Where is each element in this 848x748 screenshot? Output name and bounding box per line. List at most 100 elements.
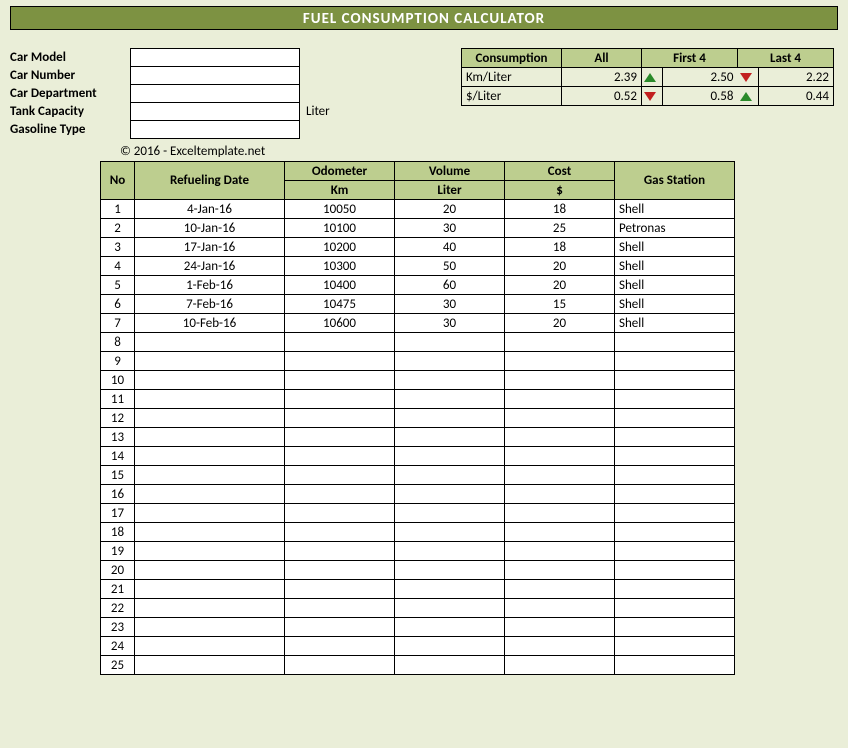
cell-cost[interactable]: 15: [505, 295, 615, 314]
cell-odometer[interactable]: [285, 504, 395, 523]
cell-station[interactable]: [615, 466, 735, 485]
cell-odometer[interactable]: [285, 466, 395, 485]
cell-date[interactable]: [135, 409, 285, 428]
cell-no[interactable]: 10: [101, 371, 135, 390]
cell-station[interactable]: [615, 352, 735, 371]
cell-date[interactable]: 10-Feb-16: [135, 314, 285, 333]
cell-cost[interactable]: [505, 542, 615, 561]
cell-cost[interactable]: [505, 466, 615, 485]
cell-odometer[interactable]: 10100: [285, 219, 395, 238]
cell-date[interactable]: [135, 428, 285, 447]
cell-cost[interactable]: [505, 561, 615, 580]
cell-no[interactable]: 20: [101, 561, 135, 580]
cell-volume[interactable]: 30: [395, 219, 505, 238]
cell-cost[interactable]: 18: [505, 238, 615, 257]
cell-station[interactable]: [615, 599, 735, 618]
cell-no[interactable]: 2: [101, 219, 135, 238]
cell-no[interactable]: 4: [101, 257, 135, 276]
cell-cost[interactable]: [505, 637, 615, 656]
cell-volume[interactable]: [395, 371, 505, 390]
cell-date[interactable]: [135, 466, 285, 485]
cell-volume[interactable]: [395, 637, 505, 656]
cell-odometer[interactable]: [285, 371, 395, 390]
input-car-number[interactable]: [130, 66, 300, 85]
cell-volume[interactable]: [395, 656, 505, 675]
cell-volume[interactable]: 50: [395, 257, 505, 276]
cell-volume[interactable]: 30: [395, 314, 505, 333]
cell-volume[interactable]: [395, 333, 505, 352]
cell-odometer[interactable]: [285, 447, 395, 466]
cell-no[interactable]: 5: [101, 276, 135, 295]
cell-cost[interactable]: [505, 504, 615, 523]
cell-volume[interactable]: 20: [395, 200, 505, 219]
cell-station[interactable]: [615, 371, 735, 390]
cell-station[interactable]: [615, 485, 735, 504]
cell-date[interactable]: [135, 523, 285, 542]
cell-volume[interactable]: [395, 599, 505, 618]
cell-volume[interactable]: [395, 542, 505, 561]
cell-station[interactable]: [615, 580, 735, 599]
input-car-model[interactable]: [130, 48, 300, 67]
cell-no[interactable]: 25: [101, 656, 135, 675]
cell-cost[interactable]: [505, 599, 615, 618]
cell-odometer[interactable]: 10200: [285, 238, 395, 257]
cell-no[interactable]: 17: [101, 504, 135, 523]
input-car-department[interactable]: [130, 84, 300, 103]
cell-station[interactable]: Shell: [615, 314, 735, 333]
cell-volume[interactable]: [395, 504, 505, 523]
cell-date[interactable]: 7-Feb-16: [135, 295, 285, 314]
cell-odometer[interactable]: 10600: [285, 314, 395, 333]
cell-date[interactable]: [135, 504, 285, 523]
cell-volume[interactable]: [395, 409, 505, 428]
cell-no[interactable]: 21: [101, 580, 135, 599]
cell-volume[interactable]: [395, 618, 505, 637]
cell-odometer[interactable]: [285, 409, 395, 428]
cell-no[interactable]: 13: [101, 428, 135, 447]
cell-cost[interactable]: 20: [505, 276, 615, 295]
cell-station[interactable]: [615, 542, 735, 561]
cell-date[interactable]: [135, 333, 285, 352]
cell-station[interactable]: Shell: [615, 276, 735, 295]
cell-odometer[interactable]: 10050: [285, 200, 395, 219]
cell-cost[interactable]: [505, 580, 615, 599]
cell-volume[interactable]: [395, 580, 505, 599]
cell-odometer[interactable]: [285, 580, 395, 599]
cell-cost[interactable]: [505, 618, 615, 637]
cell-station[interactable]: [615, 409, 735, 428]
cell-cost[interactable]: [505, 428, 615, 447]
cell-date[interactable]: [135, 637, 285, 656]
cell-no[interactable]: 3: [101, 238, 135, 257]
cell-station[interactable]: [615, 428, 735, 447]
cell-cost[interactable]: [505, 333, 615, 352]
cell-station[interactable]: [615, 523, 735, 542]
cell-station[interactable]: Shell: [615, 295, 735, 314]
cell-date[interactable]: [135, 656, 285, 675]
cell-no[interactable]: 8: [101, 333, 135, 352]
cell-cost[interactable]: 18: [505, 200, 615, 219]
cell-cost[interactable]: [505, 485, 615, 504]
cell-odometer[interactable]: [285, 656, 395, 675]
cell-cost[interactable]: [505, 656, 615, 675]
cell-volume[interactable]: 30: [395, 295, 505, 314]
cell-odometer[interactable]: [285, 390, 395, 409]
cell-no[interactable]: 11: [101, 390, 135, 409]
cell-date[interactable]: [135, 580, 285, 599]
cell-station[interactable]: Petronas: [615, 219, 735, 238]
cell-station[interactable]: [615, 447, 735, 466]
cell-odometer[interactable]: [285, 599, 395, 618]
cell-date[interactable]: [135, 542, 285, 561]
cell-cost[interactable]: [505, 371, 615, 390]
input-tank-capacity[interactable]: [130, 102, 300, 121]
cell-odometer[interactable]: [285, 428, 395, 447]
cell-volume[interactable]: [395, 466, 505, 485]
cell-cost[interactable]: [505, 523, 615, 542]
cell-date[interactable]: [135, 485, 285, 504]
cell-station[interactable]: [615, 618, 735, 637]
cell-no[interactable]: 24: [101, 637, 135, 656]
cell-station[interactable]: Shell: [615, 257, 735, 276]
cell-odometer[interactable]: [285, 561, 395, 580]
cell-odometer[interactable]: [285, 618, 395, 637]
cell-odometer[interactable]: 10300: [285, 257, 395, 276]
cell-station[interactable]: [615, 656, 735, 675]
cell-odometer[interactable]: [285, 333, 395, 352]
